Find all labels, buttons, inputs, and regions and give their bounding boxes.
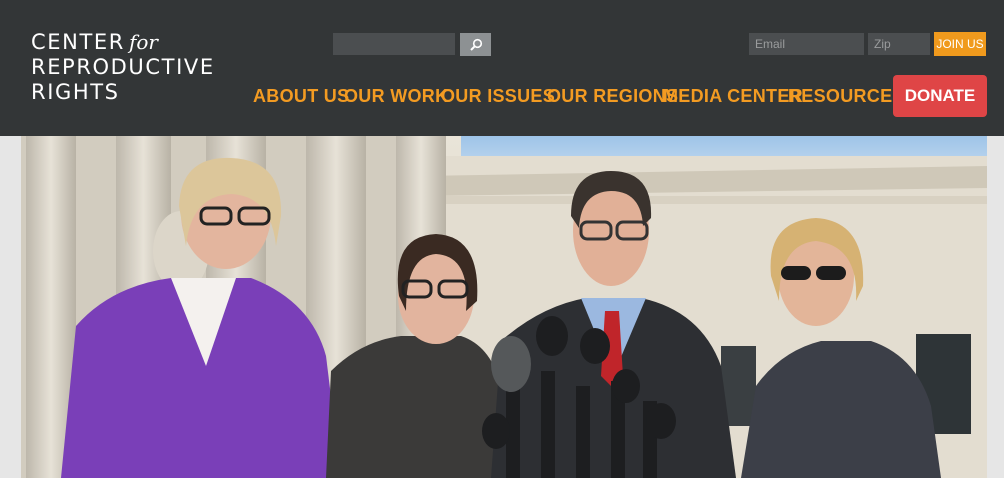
site-header: CENTERfor REPRODUCTIVE RIGHTS JOIN US AB… <box>0 0 1004 136</box>
site-logo[interactable]: CENTER for REPRODUCTIVE RIGHTS <box>31 30 215 105</box>
logo-for: for <box>128 30 158 54</box>
search-input[interactable] <box>333 33 455 55</box>
logo-line-3: RIGHTS <box>31 80 120 104</box>
search-icon <box>469 38 482 51</box>
hero-image <box>21 136 987 478</box>
nav-our-issues[interactable]: OUR ISSUES <box>441 86 555 107</box>
search-button[interactable] <box>460 33 491 56</box>
join-us-button[interactable]: JOIN US <box>934 32 986 56</box>
logo-line-1: CENTER <box>31 30 125 54</box>
donate-button[interactable]: DONATE <box>893 75 987 117</box>
hero-photo <box>21 136 987 478</box>
nav-media-center[interactable]: MEDIA CENTER <box>663 86 803 107</box>
zip-field[interactable] <box>868 33 930 55</box>
logo-line-2: REPRODUCTIVE <box>31 55 215 79</box>
nav-resources[interactable]: RESOURCES <box>788 86 905 107</box>
nav-our-work[interactable]: OUR WORK <box>344 86 448 107</box>
email-field[interactable] <box>749 33 864 55</box>
nav-about-us[interactable]: ABOUT US <box>253 86 349 107</box>
nav-our-regions[interactable]: OUR REGIONS <box>547 86 678 107</box>
